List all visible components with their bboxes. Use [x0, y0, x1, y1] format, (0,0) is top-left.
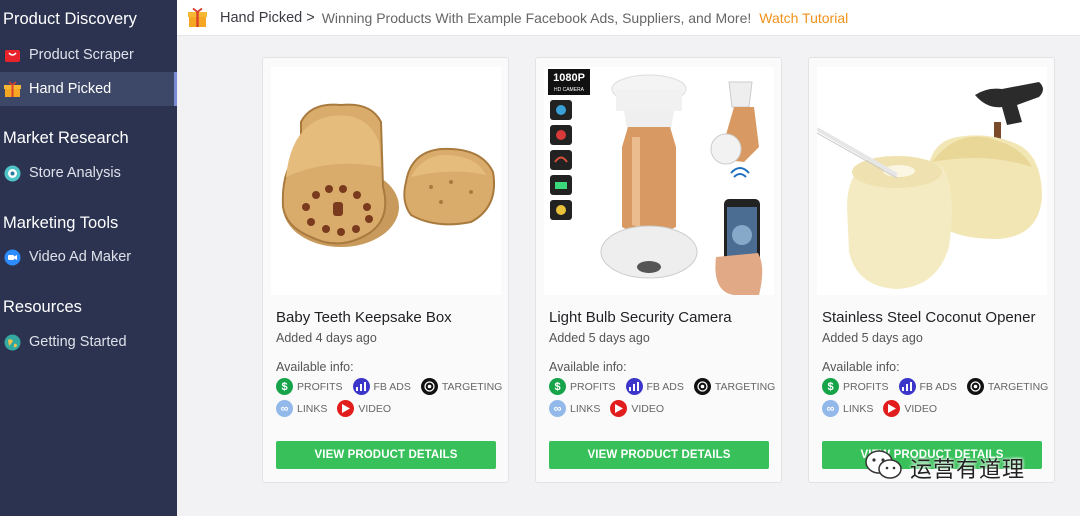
tag-fb-ads: FB ADS — [625, 378, 684, 395]
link-icon: ∞ — [549, 400, 566, 417]
bar-chart-icon — [898, 378, 916, 395]
sidebar-item-label: Hand Picked — [29, 81, 112, 97]
page-subtitle: Winning Products With Example Facebook A… — [321, 9, 752, 26]
shopping-bag-icon — [4, 47, 21, 64]
tag-label: TARGETING — [441, 380, 503, 393]
section-title-product-discovery: Product Discovery — [3, 10, 137, 28]
info-tags-row: $ PROFITS FB ADS TARGETING — [549, 378, 785, 395]
tag-label: VIDEO — [631, 402, 665, 415]
tag-profits: $ PROFITS — [276, 378, 343, 395]
play-icon — [883, 400, 901, 417]
tag-label: LINKS — [297, 402, 328, 415]
play-icon — [610, 400, 628, 417]
dollar-icon: $ — [276, 378, 293, 395]
tag-label: LINKS — [570, 402, 601, 415]
view-product-details-button[interactable]: VIEW PRODUCT DETAILS — [276, 441, 496, 469]
sidebar: Product Discovery Product Scraper Hand P… — [0, 0, 177, 516]
tag-label: LINKS — [843, 402, 874, 415]
product-card: Stainless Steel Coconut Opener Added 5 d… — [808, 57, 1055, 483]
tag-fb-ads: FB ADS — [352, 378, 411, 395]
tag-label: FB ADS — [373, 380, 411, 393]
available-info-label: Available info: — [549, 360, 627, 374]
gift-icon — [4, 80, 21, 98]
bar-chart-icon — [352, 378, 370, 395]
sidebar-item-video-ad-maker[interactable]: Video Ad Maker — [0, 240, 177, 274]
added-date: Added 4 days ago — [276, 331, 377, 345]
tag-profits: $ PROFITS — [549, 378, 616, 395]
product-title[interactable]: Light Bulb Security Camera — [549, 309, 732, 326]
product-image-light-bulb-camera[interactable]: 1080P HD CAMERA — [544, 67, 774, 295]
tag-fb-ads: FB ADS — [898, 378, 957, 395]
watch-tutorial-link[interactable]: Watch Tutorial — [759, 10, 848, 26]
target-icon — [966, 378, 984, 395]
product-image-coconut-opener[interactable] — [817, 67, 1047, 295]
dollar-icon: $ — [549, 378, 566, 395]
product-title[interactable]: Stainless Steel Coconut Opener — [822, 309, 1035, 326]
image-badge: 1080P — [553, 72, 585, 84]
product-image-baby-teeth-box[interactable] — [271, 67, 501, 295]
wechat-icon — [864, 448, 904, 487]
sidebar-item-hand-picked[interactable]: Hand Picked — [0, 72, 177, 106]
product-title[interactable]: Baby Teeth Keepsake Box — [276, 309, 452, 326]
tag-targeting: TARGETING — [693, 378, 776, 395]
section-title-resources: Resources — [3, 298, 82, 316]
tag-label: PROFITS — [297, 380, 343, 393]
info-tags-row: $ PROFITS FB ADS TARGETING — [822, 378, 1058, 395]
tag-label: FB ADS — [646, 380, 684, 393]
info-tags-row: $ PROFITS FB ADS TARGETING — [276, 378, 512, 395]
sidebar-item-store-analysis[interactable]: Store Analysis — [0, 156, 177, 190]
tag-links: ∞ LINKS — [276, 400, 327, 417]
product-card: Baby Teeth Keepsake Box Added 4 days ago… — [262, 57, 509, 483]
target-icon — [693, 378, 711, 395]
tag-links: ∞ LINKS — [549, 400, 600, 417]
sidebar-item-label: Store Analysis — [29, 165, 121, 181]
sidebar-item-product-scraper[interactable]: Product Scraper — [0, 38, 177, 72]
available-info-label: Available info: — [822, 360, 900, 374]
available-info-label: Available info: — [276, 360, 354, 374]
page-header: Hand Picked > Winning Products With Exam… — [177, 0, 1080, 36]
watermark: 运营有道理 — [864, 448, 1025, 487]
sidebar-item-label: Product Scraper — [29, 47, 134, 63]
added-date: Added 5 days ago — [549, 331, 650, 345]
tag-label: VIDEO — [904, 402, 938, 415]
tag-label: TARGETING — [714, 380, 776, 393]
tag-video: VIDEO — [883, 400, 937, 417]
play-icon — [337, 400, 355, 417]
section-title-marketing-tools: Marketing Tools — [3, 214, 119, 232]
dollar-icon: $ — [822, 378, 839, 395]
tag-label: PROFITS — [570, 380, 616, 393]
tag-label: PROFITS — [843, 380, 889, 393]
sidebar-item-label: Video Ad Maker — [29, 249, 132, 265]
sidebar-item-label: Getting Started — [29, 334, 127, 350]
link-icon: ∞ — [822, 400, 839, 417]
info-tags-row: ∞ LINKS VIDEO — [822, 400, 947, 417]
target-icon — [4, 165, 21, 182]
sidebar-item-getting-started[interactable]: Getting Started — [0, 325, 177, 359]
tag-label: FB ADS — [919, 380, 957, 393]
target-icon — [420, 378, 438, 395]
view-product-details-button[interactable]: VIEW PRODUCT DETAILS — [549, 441, 769, 469]
tag-label: VIDEO — [358, 402, 392, 415]
globe-icon — [4, 334, 21, 351]
tag-label: TARGETING — [987, 380, 1049, 393]
image-badge-sub: HD CAMERA — [554, 87, 585, 93]
link-icon: ∞ — [276, 400, 293, 417]
tag-targeting: TARGETING — [966, 378, 1049, 395]
info-tags-row: ∞ LINKS VIDEO — [549, 400, 674, 417]
section-title-market-research: Market Research — [3, 129, 129, 147]
tag-profits: $ PROFITS — [822, 378, 889, 395]
tag-links: ∞ LINKS — [822, 400, 873, 417]
added-date: Added 5 days ago — [822, 331, 923, 345]
info-tags-row: ∞ LINKS VIDEO — [276, 400, 401, 417]
tag-video: VIDEO — [610, 400, 664, 417]
bar-chart-icon — [625, 378, 643, 395]
video-camera-icon — [4, 249, 21, 266]
breadcrumb: Hand Picked > — [220, 9, 315, 26]
tag-video: VIDEO — [337, 400, 391, 417]
product-card: 1080P HD CAMERA Light Bulb Security Came… — [535, 57, 782, 483]
gift-icon — [187, 7, 208, 28]
watermark-text: 运营有道理 — [910, 456, 1026, 482]
tag-targeting: TARGETING — [420, 378, 503, 395]
